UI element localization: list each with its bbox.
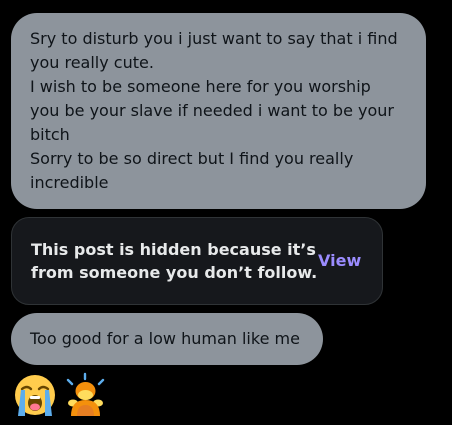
person-bowing-icon [66, 372, 105, 416]
hidden-post-text: This post is hidden because it’s from so… [31, 238, 318, 284]
message-line: incredible [30, 173, 109, 192]
hidden-post-notice: This post is hidden because it’s from so… [11, 217, 383, 305]
message-bubble-long: Sry to disturb you i just want to say th… [11, 13, 426, 209]
message-bubble-short: Too good for a low human like me [11, 313, 323, 365]
hidden-post-line: from someone you don’t follow. [31, 263, 318, 282]
view-hidden-post-button[interactable]: View [318, 251, 361, 270]
hidden-post-line: This post is hidden because it’s [31, 240, 316, 259]
message-line: Sorry to be so direct but I find you rea… [30, 149, 354, 168]
emoji-message [12, 372, 109, 418]
message-line: you really cute. [30, 53, 154, 72]
message-line: you be your slave if needed i want to be… [30, 101, 394, 120]
loudly-crying-face-icon [15, 375, 55, 416]
message-line: bitch [30, 125, 70, 144]
message-text: Too good for a low human like me [30, 329, 300, 348]
message-line: I wish to be someone here for you worshi… [30, 77, 371, 96]
message-line: Sry to disturb you i just want to say th… [30, 29, 398, 48]
